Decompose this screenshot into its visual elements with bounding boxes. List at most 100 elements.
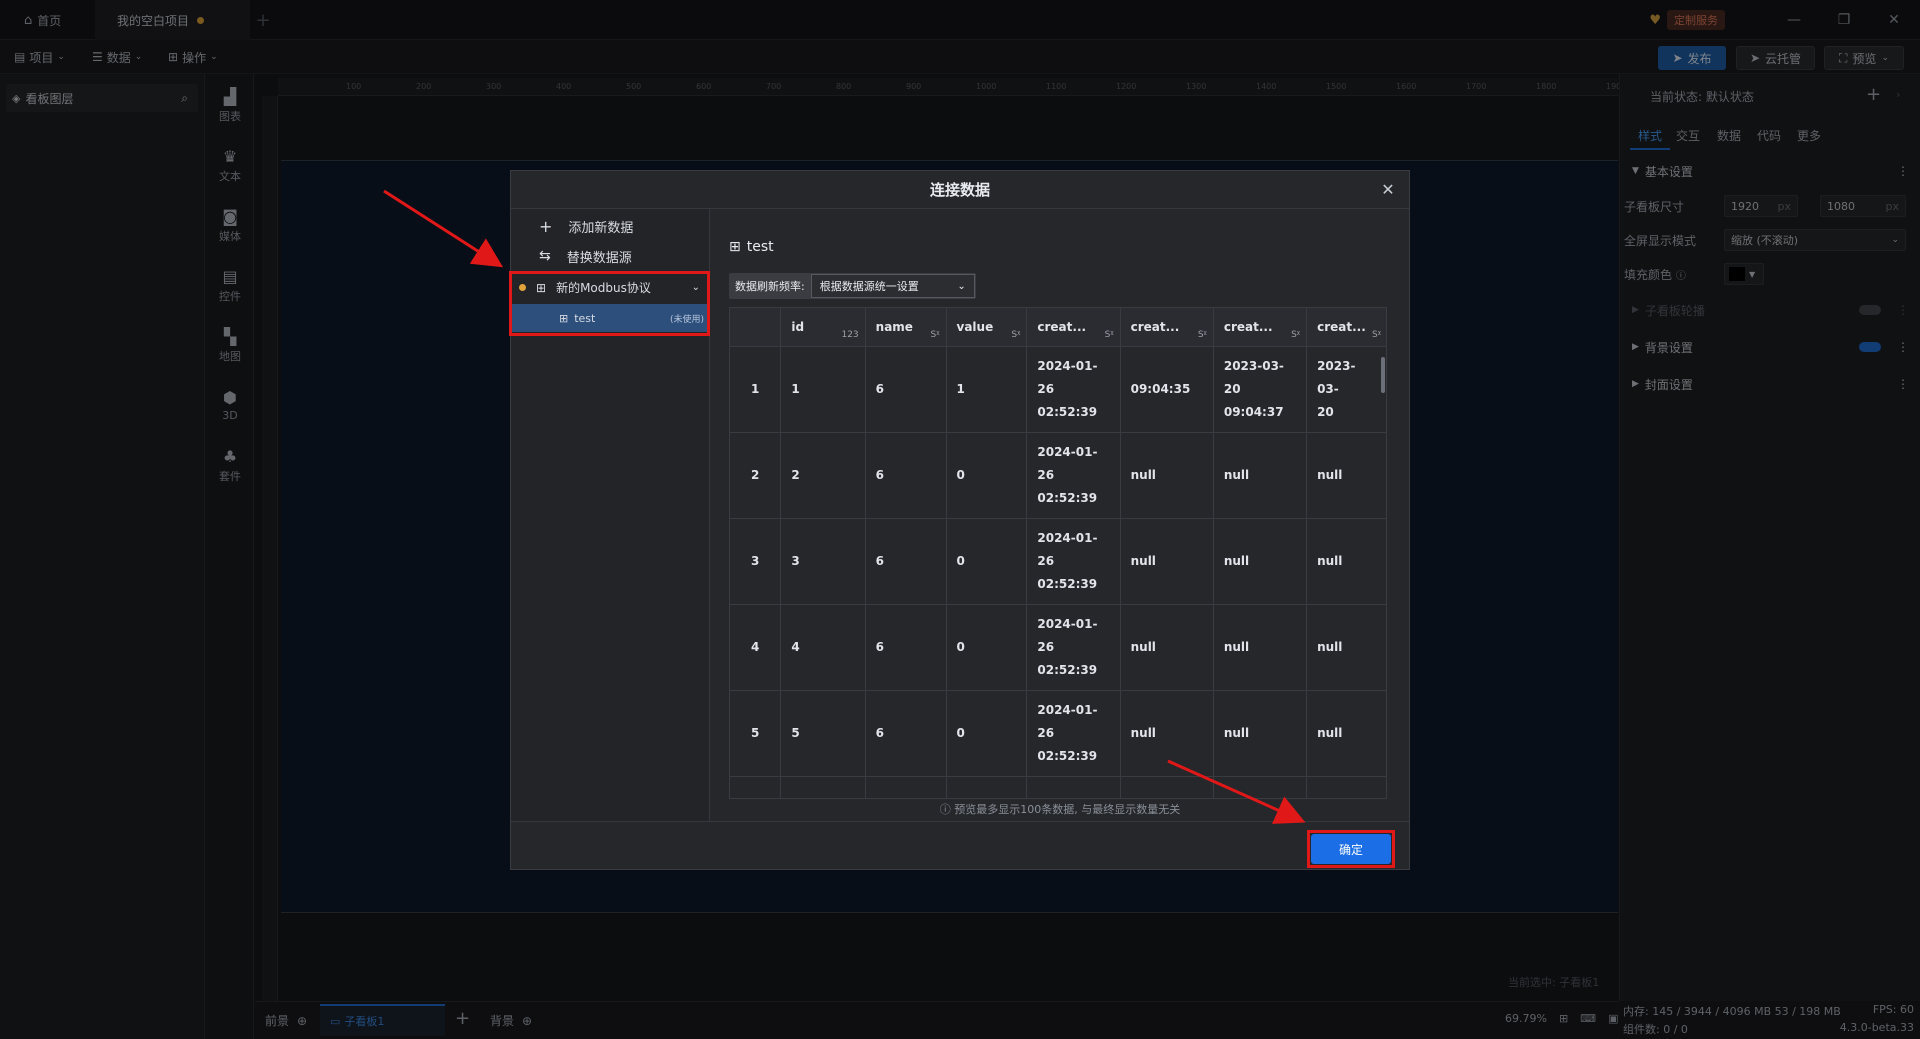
refresh-rate-value: 根据数据源统一设置: [819, 280, 919, 293]
swap-icon: ⇆: [539, 248, 551, 264]
column-header[interactable]: creat... Sᵡ: [1120, 308, 1214, 347]
table-cell: 2024-01- 26 02:52:39: [1026, 346, 1121, 433]
table-cell: null: [1306, 518, 1386, 605]
table-row: 3 3 6 0 2024-01- 26 02:52:39 null null null: [730, 518, 1386, 605]
table-cell: 2024-01- 26 02:52:39: [1026, 690, 1121, 777]
row-index: [730, 776, 782, 798]
table-cell: 3: [780, 518, 866, 605]
row-index: 5: [730, 690, 782, 777]
table-cell: 2023-03- 20 09:04:37: [1213, 346, 1308, 433]
table-cell: 6: [865, 604, 947, 691]
refresh-rate-select[interactable]: 根据数据源统一设置 ⌄: [810, 274, 975, 298]
table-cell: 6: [865, 518, 947, 605]
table-cell: null: [1120, 518, 1214, 605]
table-cell: null: [1306, 690, 1386, 777]
preview-title-text: test: [746, 239, 774, 255]
scrollbar-thumb[interactable]: [1381, 357, 1385, 393]
row-index: 3: [730, 518, 782, 605]
table-cell: 4: [780, 604, 866, 691]
connect-data-dialog: 连接数据 ✕ + 添加新数据 ⇆ 替换数据源 ⊞ 新的Modbus协议 ⌄ ⊞ …: [509, 170, 1410, 870]
table-header-row: id 123 name Sᵡ value Sᵡ creat... Sᵡ creat... Sᵡ cr…: [730, 308, 1386, 347]
table-cell: 6: [865, 432, 947, 519]
column-name: name: [875, 319, 913, 334]
table-cell: null: [1306, 432, 1386, 519]
refresh-rate-label: 数据刷新频率:: [735, 280, 805, 293]
table-cell: null: [1306, 604, 1386, 691]
preview-title: ⊞ test: [729, 239, 774, 255]
table-cell: [865, 776, 947, 798]
table-row: 2 2 6 0 2024-01- 26 02:52:39 null null null: [730, 432, 1386, 519]
data-preview-area: ⊞ test 数据刷新频率: 根据数据源统一设置 ⌄ id 123 name Sᵡ va…: [711, 209, 1409, 821]
column-header[interactable]: creat... Sᵡ: [1213, 308, 1308, 347]
column-header[interactable]: value Sᵡ: [946, 308, 1028, 347]
table-cell: null: [1120, 432, 1214, 519]
table-cell: [1213, 776, 1308, 798]
table-row: 4 4 6 0 2024-01- 26 02:52:39 null null null: [730, 604, 1386, 691]
table-cell: 2024-01- 26 02:52:39: [1026, 518, 1121, 605]
column-name: id: [791, 319, 805, 334]
table-cell: [946, 776, 1028, 798]
add-data-button[interactable]: + 添加新数据: [511, 211, 710, 241]
table-row: 2024-01-: [730, 776, 1386, 798]
table-row: 1 1 6 1 2024-01- 26 02:52:39 09:04:35 2023-03- 20…: [730, 346, 1386, 433]
preview-note-text: 预览最多显示100条数据, 与最终显示数量无关: [954, 803, 1181, 816]
table-cell: 0: [946, 518, 1028, 605]
column-header[interactable]: id 123: [780, 308, 866, 347]
column-type-icon: 123: [841, 329, 859, 340]
table-cell: 2024-01- 26 02:52:39: [1026, 432, 1121, 519]
column-name: creat...: [1037, 319, 1087, 334]
column-name: creat...: [1130, 319, 1180, 334]
chevron-down-icon: ⌄: [957, 280, 966, 292]
info-icon: ⓘ: [939, 803, 951, 816]
column-header[interactable]: [730, 308, 782, 347]
table-cell: 09:04:35: [1120, 346, 1214, 433]
column-header[interactable]: creat... Sᵡ: [1306, 308, 1386, 347]
dialog-title: 连接数据: [929, 181, 990, 199]
row-index: 2: [730, 432, 782, 519]
replace-source-button[interactable]: ⇆ 替换数据源: [511, 241, 710, 271]
replace-source-label: 替换数据源: [566, 250, 632, 266]
table-cell: 6: [865, 346, 947, 433]
dialog-footer: 确定: [511, 821, 1409, 869]
table-cell: null: [1213, 604, 1308, 691]
column-type-icon: Sᵡ: [1197, 329, 1207, 340]
table-cell: null: [1213, 518, 1308, 605]
column-name: creat...: [1317, 319, 1366, 334]
table-cell: null: [1120, 690, 1214, 777]
close-icon[interactable]: ✕: [1377, 179, 1399, 201]
refresh-rate-row: 数据刷新频率: 根据数据源统一设置 ⌄: [729, 273, 976, 299]
preview-note: ⓘ 预览最多显示100条数据, 与最终显示数量无关: [711, 801, 1409, 817]
column-name: creat...: [1223, 319, 1273, 334]
column-header[interactable]: name Sᵡ: [865, 308, 947, 347]
table-cell: 5: [780, 690, 866, 777]
table-cell: null: [1213, 432, 1308, 519]
table-cell: 0: [946, 604, 1028, 691]
column-type-icon: Sᵡ: [1011, 329, 1021, 340]
highlight-box: [1307, 830, 1395, 868]
highlight-box: [509, 271, 710, 336]
row-index: 1: [730, 346, 782, 433]
column-type-icon: Sᵡ: [1372, 329, 1381, 340]
table-cell: 0: [946, 690, 1028, 777]
data-table[interactable]: id 123 name Sᵡ value Sᵡ creat... Sᵡ creat... Sᵡ cr…: [729, 307, 1387, 799]
table-cell: 6: [865, 690, 947, 777]
add-data-label: 添加新数据: [568, 220, 634, 236]
column-type-icon: Sᵡ: [930, 329, 940, 340]
table-row: 5 5 6 0 2024-01- 26 02:52:39 null null null: [730, 690, 1386, 777]
table-cell: [1120, 776, 1214, 798]
table-cell: 2024-01-: [1026, 776, 1121, 798]
row-index: 4: [730, 604, 782, 691]
table-cell: [780, 776, 866, 798]
table-cell: null: [1213, 690, 1308, 777]
table-icon: ⊞: [729, 239, 741, 255]
table-cell: 0: [946, 432, 1028, 519]
table-cell: 2: [780, 432, 866, 519]
table-cell: 2023-03- 20: [1306, 346, 1386, 433]
table-cell: 1: [946, 346, 1028, 433]
table-cell: 1: [780, 346, 866, 433]
plus-icon: +: [539, 216, 553, 236]
table-cell: null: [1120, 604, 1214, 691]
column-name: value: [956, 319, 994, 334]
column-header[interactable]: creat... Sᵡ: [1026, 308, 1121, 347]
table-cell: [1306, 776, 1386, 798]
